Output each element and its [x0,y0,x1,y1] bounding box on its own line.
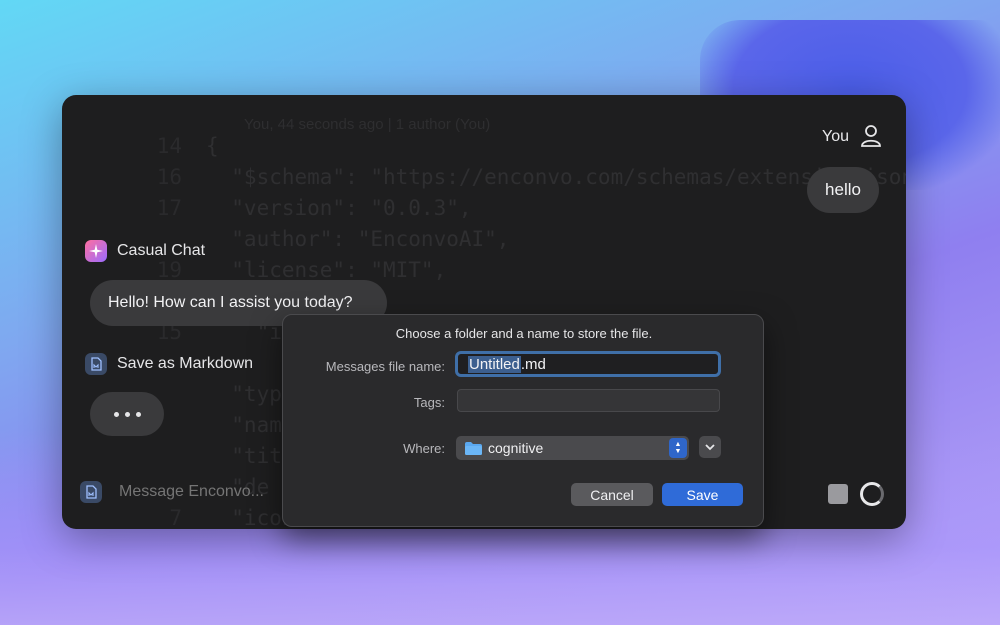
typing-dot [113,411,119,417]
line-number: 16 [156,165,182,189]
code-line: 14 { [122,131,219,162]
loading-spinner-icon [860,482,884,506]
document-icon [85,353,107,375]
dialog-title: Choose a folder and a name to store the … [395,326,653,341]
line-number: 7 [169,506,182,529]
file-name-label: Messages file name: [325,359,445,374]
user-message-bubble: hello [807,167,879,213]
line-number: 17 [156,196,182,220]
user-name: You [822,128,849,145]
code-line: "titl [122,441,294,472]
agent-header-casual-chat: Casual Chat [85,240,205,262]
code-line: 7 "icon [122,503,294,529]
typing-dot [124,411,130,417]
agent-header-save-as-markdown: Save as Markdown [85,353,253,375]
code-text: { [206,134,219,158]
cancel-button[interactable]: Cancel [571,483,653,506]
where-value: cognitive [488,440,544,456]
message-input[interactable] [119,483,279,501]
user-icon [861,125,881,147]
file-name-extension: .md [520,355,546,373]
document-icon[interactable] [80,481,102,503]
composer [80,481,279,503]
where-select[interactable]: cognitive ▲ ▼ [456,436,689,460]
code-text: "license": "MIT", [206,258,447,282]
tags-label: Tags: [413,395,445,410]
save-dialog: Choose a folder and a name to store the … [282,314,764,527]
code-text: "version": "0.0.3", [206,196,472,220]
chevron-down-icon [705,443,715,450]
typing-indicator [90,392,164,436]
line-number: 14 [156,134,182,158]
typing-dot [135,411,141,417]
tags-input[interactable] [457,389,720,412]
code-text: "$schema": "https://enconvo.com/schemas/… [206,165,906,189]
save-button[interactable]: Save [662,483,743,506]
file-name-selected-text: Untitled [468,355,521,373]
where-label: Where: [403,441,445,456]
expand-button[interactable] [699,436,721,458]
stop-button[interactable] [828,484,848,504]
file-name-input[interactable]: Untitled .md [455,351,721,377]
folder-icon [465,441,482,455]
sparkle-icon [85,240,107,262]
code-line: 17 "version": "0.0.3", [122,193,472,224]
code-line: 16 "$schema": "https://enconvo.com/schem… [122,162,906,193]
code-text: "author": "EnconvoAI", [206,227,510,251]
chevron-up-down-icon: ▲ ▼ [669,438,687,458]
agent-name: Casual Chat [117,242,206,259]
agent-name: Save as Markdown [117,355,254,372]
git-blame-text: You, 44 seconds ago | 1 author (You) [244,116,491,133]
